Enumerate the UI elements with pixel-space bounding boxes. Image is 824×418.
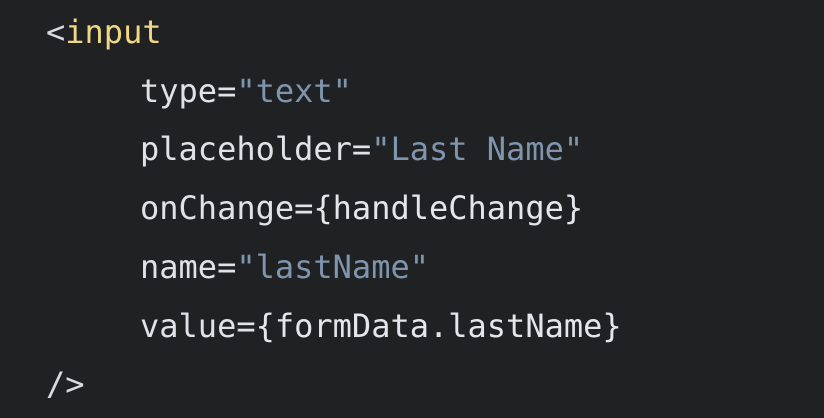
- code-line-onchange: onChange={handleChange}: [140, 188, 583, 228]
- code-editor: <input type="text" placeholder="Last Nam…: [0, 0, 824, 418]
- equals-sign: =: [236, 307, 256, 345]
- attr-name: placeholder: [140, 130, 352, 168]
- equals-sign: =: [294, 189, 314, 227]
- attr-value-string: "Last Name": [371, 130, 584, 168]
- equals-sign: =: [217, 72, 237, 110]
- code-line-value: value={formData.lastName}: [140, 306, 622, 346]
- attr-value-expression: {handleChange}: [313, 189, 584, 227]
- code-line-type: type="text": [140, 71, 352, 111]
- attr-name: name: [140, 248, 218, 286]
- equals-sign: =: [217, 248, 237, 286]
- equals-sign: =: [351, 130, 372, 168]
- code-line-name: name="lastName": [140, 247, 429, 287]
- attr-value-expression: {formData.lastName}: [255, 307, 622, 345]
- code-line-self-close: />: [46, 364, 85, 404]
- attr-name: type: [140, 72, 218, 110]
- attr-name: onChange: [140, 189, 295, 227]
- code-line-open-tag: <input: [46, 12, 162, 52]
- attr-value-string: "lastName": [236, 248, 429, 286]
- code-line-placeholder: placeholder="Last Name": [140, 129, 583, 169]
- self-closing-bracket: />: [46, 365, 85, 403]
- attr-value-string: "text": [236, 72, 352, 110]
- tag-name-input: input: [65, 13, 162, 51]
- attr-name: value: [140, 307, 237, 345]
- open-angle-bracket: <: [46, 13, 66, 51]
